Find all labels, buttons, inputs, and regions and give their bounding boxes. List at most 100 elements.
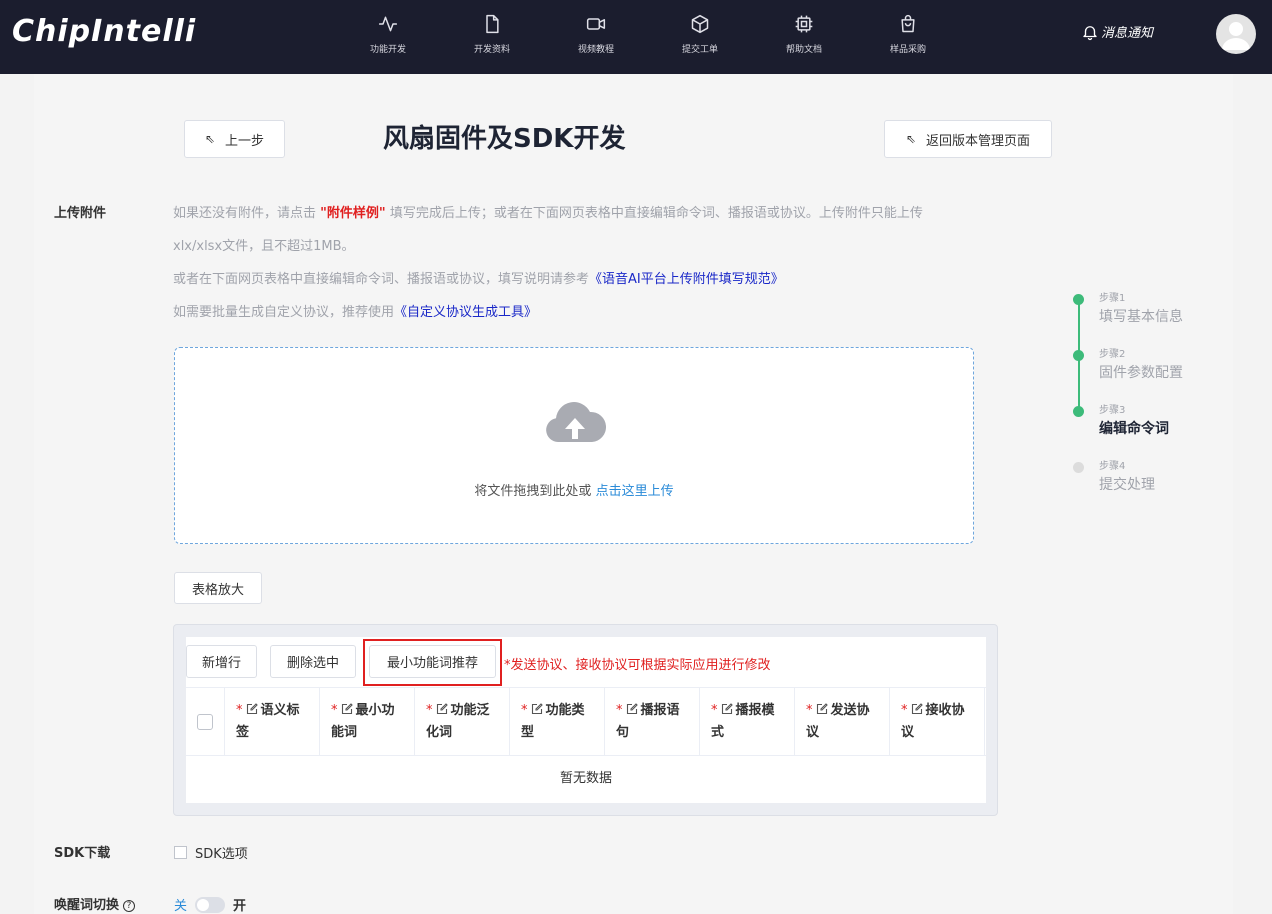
brand-logo[interactable]: ChipIntelli <box>12 14 196 49</box>
top-navbar: ChipIntelli 功能开发 开发资料 视频教程 提交工单 帮助文档 样品采… <box>0 0 1272 74</box>
column-header-receive-protocol[interactable]: * 接收协议 <box>890 688 985 755</box>
step-dot <box>1073 462 1084 473</box>
table-header: * 语义标签 * 最小功 能词 * 功能泛 化词 * 功能类型 * 播报语句 * 播报模式 * 发… <box>186 687 986 756</box>
prev-step-button[interactable]: ⇖ 上一步 <box>184 120 285 158</box>
arrow-up-left-icon: ⇖ <box>905 132 917 146</box>
user-avatar[interactable] <box>1216 14 1256 54</box>
toggle-knob <box>197 898 210 911</box>
sdk-option-label: SDK选项 <box>195 847 248 862</box>
desc-text: 如果还没有附件，请点击 <box>173 206 317 221</box>
enlarge-table-button[interactable]: 表格放大 <box>174 572 262 604</box>
desc-text: 填写完成后上传；或者在下面网页表格中直接编辑命令词、播报语或协议。上传附件只能上… <box>389 206 923 221</box>
delete-selected-button[interactable]: 删除选中 <box>270 645 356 678</box>
edit-icon <box>341 703 353 715</box>
step-name: 编辑命令词 <box>1099 421 1169 437</box>
notifications-link[interactable]: 消息通知 <box>1081 22 1153 41</box>
page-title: 风扇固件及SDK开发 <box>383 124 626 154</box>
required-mark: * <box>331 703 338 718</box>
column-label: 型 <box>521 725 535 740</box>
wake-word-switch-label: 唤醒词切换? <box>54 894 136 913</box>
column-label: 式 <box>711 725 725 740</box>
nav-label: 帮助文档 <box>785 45 822 55</box>
column-label: 功能泛 <box>450 703 490 718</box>
upload-desc-line-1: 如果还没有附件，请点击 "附件样例" 填写完成后上传；或者在下面网页表格中直接编… <box>173 202 923 221</box>
upload-desc-line-2: xlx/xlsx文件，且不超过1MB。 <box>173 239 355 254</box>
notifications-label: 消息通知 <box>1101 26 1154 41</box>
edit-icon <box>721 703 733 715</box>
required-mark: * <box>236 703 243 718</box>
cloud-upload-icon <box>546 402 606 442</box>
nav-item-dev-docs[interactable]: 开发资料 <box>440 0 544 74</box>
protocol-tool-link[interactable]: 《自定义协议生成工具》 <box>394 305 537 320</box>
command-table-container: 新增行 删除选中 最小功能词推荐 *发送协议、接收协议可根据实际应用进行修改 *… <box>173 624 998 816</box>
upload-spec-link[interactable]: 《语音AI平台上传附件填写规范》 <box>589 272 784 287</box>
drop-zone-text: 将文件拖拽到此处或 点击这里上传 <box>175 480 973 499</box>
desc-text: 或者在下面网页表格中直接编辑命令词、播报语或协议，填写说明请参考 <box>173 272 590 287</box>
column-label: 化词 <box>426 725 453 740</box>
arrow-up-left-icon: ⇖ <box>204 132 216 146</box>
wake-word-label-text: 唤醒词切换 <box>54 898 120 913</box>
required-mark: * <box>616 703 623 718</box>
sdk-option-checkbox[interactable]: SDK选项 <box>174 843 248 862</box>
required-mark: * <box>711 703 718 718</box>
empty-table-text: 暂无数据 <box>559 771 612 786</box>
column-header-min-function-word[interactable]: * 最小功 能词 <box>320 688 415 755</box>
user-icon <box>1222 22 1250 50</box>
select-all-cell <box>186 688 225 755</box>
edit-icon <box>816 703 828 715</box>
step-number: 步骤3 <box>1099 405 1126 416</box>
nav-item-video-tutorials[interactable]: 视频教程 <box>544 0 648 74</box>
column-header-broadcast-sentence[interactable]: * 播报语句 <box>605 688 700 755</box>
desc-text: 如需要批量生成自定义协议，推荐使用 <box>173 305 395 320</box>
attachment-sample-link[interactable]: "附件样例" <box>320 206 386 221</box>
nav-item-submit-ticket[interactable]: 提交工单 <box>648 0 752 74</box>
edit-icon <box>246 703 258 715</box>
column-label: 播报模 <box>735 703 775 718</box>
nav-item-sample-purchase[interactable]: 样品采购 <box>856 0 960 74</box>
column-header-function-type[interactable]: * 功能类型 <box>510 688 605 755</box>
wake-word-toggle[interactable] <box>195 896 226 913</box>
nav-label: 提交工单 <box>681 45 718 55</box>
edit-icon <box>531 703 543 715</box>
main-nav: 功能开发 开发资料 视频教程 提交工单 帮助文档 样品采购 <box>336 0 960 74</box>
column-label: 语义标 <box>260 703 300 718</box>
step-number: 步骤1 <box>1099 293 1126 304</box>
column-header-semantic-tag[interactable]: * 语义标签 <box>225 688 320 755</box>
chip-icon <box>795 15 813 33</box>
required-mark: * <box>426 703 433 718</box>
click-upload-link[interactable]: 点击这里上传 <box>596 484 674 499</box>
column-header-broadcast-mode[interactable]: * 播报模式 <box>700 688 795 755</box>
select-all-checkbox[interactable] <box>197 713 213 730</box>
step-number: 步骤4 <box>1099 461 1126 472</box>
required-mark: * <box>901 703 908 718</box>
switch-off-label: 关 <box>174 899 188 914</box>
column-label: 最小功 <box>355 703 395 718</box>
column-label: 播报语 <box>640 703 680 718</box>
help-icon[interactable]: ? <box>123 900 136 912</box>
step-number: 步骤2 <box>1099 349 1126 360</box>
nav-label: 功能开发 <box>369 45 406 55</box>
upload-desc-line-3: 或者在下面网页表格中直接编辑命令词、播报语或协议，填写说明请参考《语音AI平台上… <box>173 268 784 287</box>
column-header-send-protocol[interactable]: * 发送协议 <box>795 688 890 755</box>
upload-attachment-label: 上传附件 <box>54 206 107 221</box>
add-row-button[interactable]: 新增行 <box>186 645 257 678</box>
shopping-bag-icon <box>901 14 915 33</box>
video-icon <box>586 18 606 30</box>
column-label: 签 <box>236 725 250 740</box>
column-header-generalized-word[interactable]: * 功能泛化词 <box>415 688 510 755</box>
edit-icon <box>436 703 448 715</box>
highlight-box <box>363 639 502 686</box>
checkbox-box[interactable] <box>174 846 187 859</box>
prev-step-label: 上一步 <box>225 133 265 149</box>
column-label: 功能类 <box>545 703 585 718</box>
edit-icon <box>911 703 923 715</box>
nav-label: 开发资料 <box>473 45 510 55</box>
nav-item-help-docs[interactable]: 帮助文档 <box>752 0 856 74</box>
file-drop-zone[interactable]: 将文件拖拽到此处或 点击这里上传 <box>174 347 974 544</box>
required-mark: * <box>521 703 528 718</box>
back-to-version-button[interactable]: ⇖ 返回版本管理页面 <box>884 120 1052 158</box>
nav-item-feature-dev[interactable]: 功能开发 <box>336 0 440 74</box>
wake-word-switch-row: 关 开 <box>174 895 246 914</box>
step-dot <box>1073 294 1084 305</box>
step-name: 提交处理 <box>1099 477 1155 493</box>
